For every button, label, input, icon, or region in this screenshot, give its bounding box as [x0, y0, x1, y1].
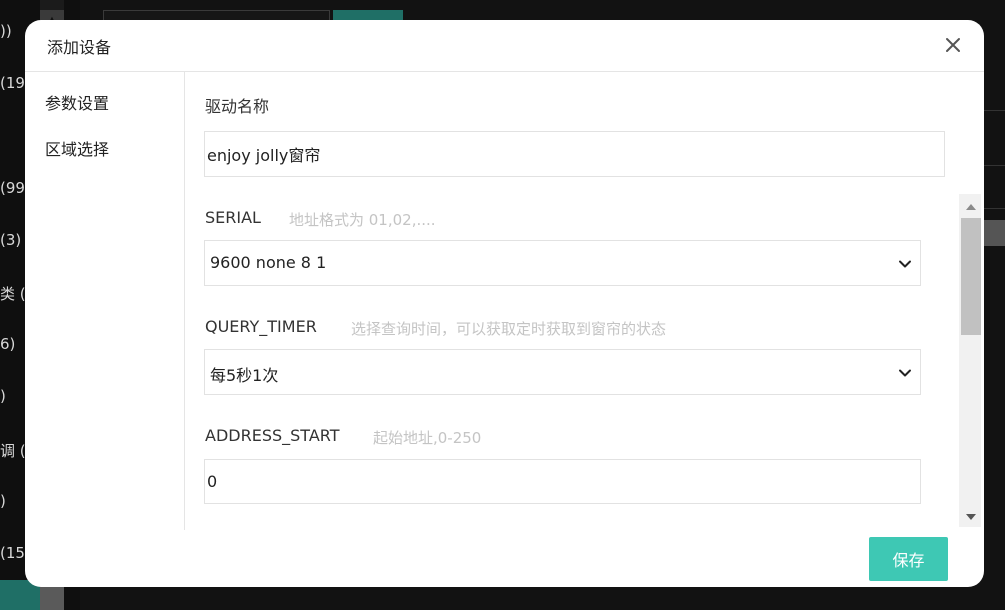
- dialog-tabs: 参数设置 区域选择: [25, 72, 185, 530]
- chevron-down-icon: [899, 260, 911, 268]
- content-scroll-thumb[interactable]: [961, 218, 981, 335]
- background-right-scroll: [984, 220, 1005, 246]
- background-divider: [984, 208, 1005, 209]
- address-start-hint: 起始地址,0-250: [373, 429, 482, 447]
- background-list-item: 6): [0, 335, 16, 353]
- dialog-header: 添加设备: [25, 20, 984, 72]
- query-timer-select-value: 每5秒1次: [210, 366, 279, 385]
- query-timer-label: QUERY_TIMER: [205, 317, 317, 336]
- background-list-item: ): [0, 387, 6, 405]
- driver-name-label: 驱动名称: [205, 97, 270, 116]
- scroll-up-icon[interactable]: [961, 197, 981, 217]
- close-icon[interactable]: [943, 35, 963, 55]
- serial-hint: 地址格式为 01,02,....: [289, 211, 436, 229]
- dialog-title: 添加设备: [47, 38, 112, 57]
- serial-select-value: 9600 none 8 1: [210, 253, 327, 272]
- address-start-input[interactable]: 0: [204, 459, 921, 504]
- driver-name-input[interactable]: enjoy jolly窗帘: [204, 131, 945, 177]
- background-list-item: ): [0, 492, 6, 510]
- background-list-item: 调 (: [0, 442, 26, 460]
- background-divider: [984, 165, 1005, 166]
- scroll-down-icon[interactable]: [961, 507, 981, 527]
- tab-area-selection[interactable]: 区域选择: [45, 136, 109, 160]
- save-button[interactable]: 保存: [869, 537, 948, 581]
- chevron-down-icon: [899, 369, 911, 377]
- serial-select[interactable]: 9600 none 8 1: [204, 240, 921, 286]
- query-timer-select[interactable]: 每5秒1次: [204, 349, 921, 395]
- background-search-button: [333, 10, 403, 20]
- background-divider: [984, 110, 1005, 111]
- serial-label: SERIAL: [205, 208, 261, 227]
- tab-parameter-settings[interactable]: 参数设置: [45, 90, 109, 114]
- background-list-item: (3): [0, 231, 22, 249]
- dialog-content: 驱动名称 enjoy jolly窗帘 SERIAL 地址格式为 01,02,..…: [185, 72, 984, 530]
- background-list-item: )): [0, 22, 12, 40]
- add-device-dialog: 添加设备 参数设置 区域选择 驱动名称 enjoy jolly窗帘 SERIAL…: [25, 20, 984, 587]
- background-list-item: (99: [0, 179, 25, 197]
- address-start-label: ADDRESS_START: [205, 426, 340, 445]
- query-timer-hint: 选择查询时间，可以获取定时获取到窗帘的状态: [351, 320, 667, 338]
